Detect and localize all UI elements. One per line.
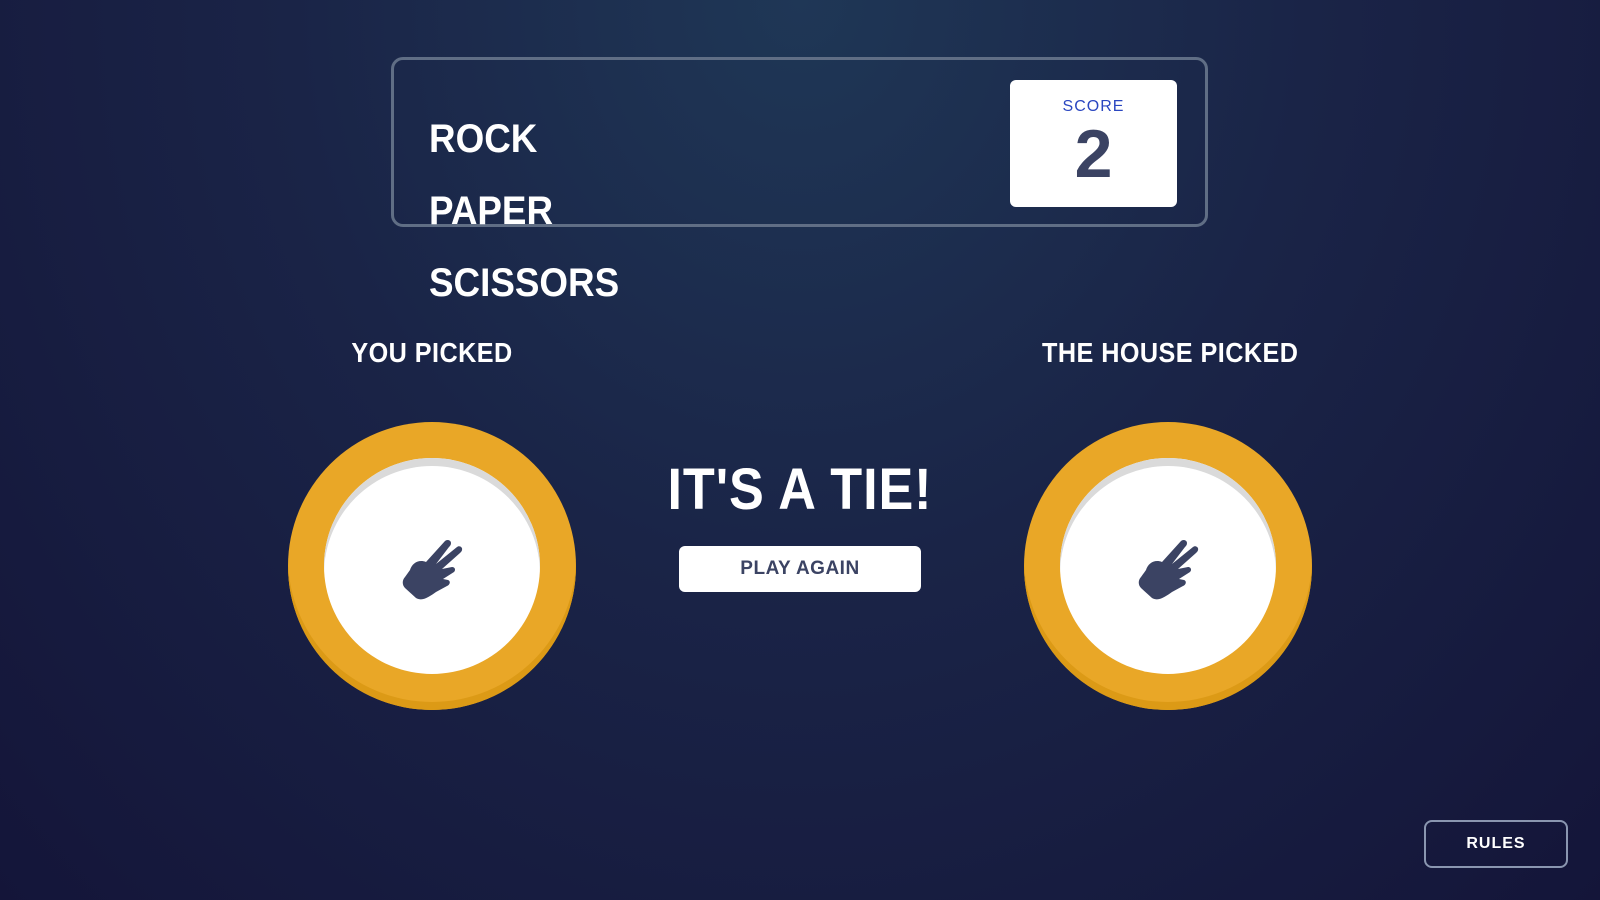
player-scissors-token	[288, 422, 576, 710]
score-label: SCORE	[1062, 98, 1125, 115]
score-value: 2	[1074, 116, 1113, 192]
player-pick-label: YOU PICKED	[351, 337, 513, 368]
play-again-button[interactable]: PLAY AGAIN	[679, 546, 921, 592]
scissors-hand-icon	[1138, 539, 1199, 600]
game-header: ROCK PAPER SCISSORS SCORE 2	[391, 57, 1208, 303]
title-line-paper: PAPER	[429, 189, 554, 233]
house-scissors-token	[1024, 422, 1312, 710]
scissors-hand-icon	[402, 539, 463, 600]
result-text: IT'S A TIE!	[667, 457, 933, 522]
rules-button[interactable]: RULES	[1424, 820, 1568, 868]
player-token-face	[324, 458, 540, 674]
title-line-rock: ROCK	[429, 117, 538, 161]
score-box: SCORE 2	[1010, 80, 1177, 207]
house-token-face	[1060, 458, 1276, 674]
game-title: ROCK PAPER SCISSORS	[429, 85, 619, 337]
house-pick-label: THE HOUSE PICKED	[1042, 337, 1299, 368]
title-line-scissors: SCISSORS	[429, 261, 620, 305]
